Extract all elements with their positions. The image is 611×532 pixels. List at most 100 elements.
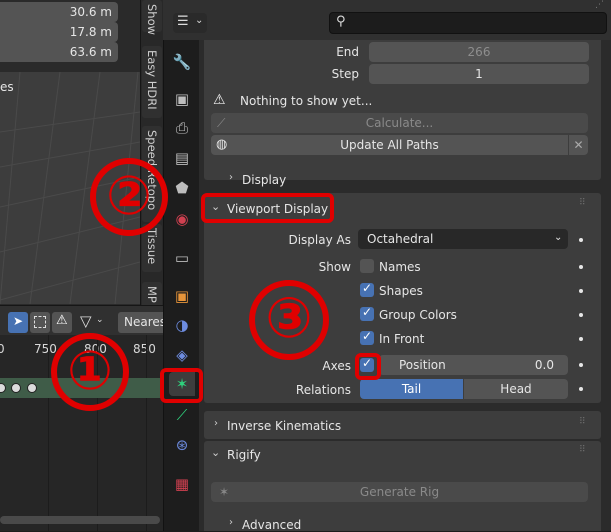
end-field[interactable]: 266 bbox=[369, 42, 589, 62]
keyframe[interactable] bbox=[27, 383, 37, 393]
shapes-checkbox[interactable] bbox=[360, 281, 374, 297]
header-grip: ⋰ bbox=[595, 0, 604, 10]
names-checkbox[interactable] bbox=[360, 259, 374, 273]
inverse-kinematics-panel[interactable]: › Inverse Kinematics ⠿ bbox=[204, 411, 601, 439]
properties-header: ☰ ⌄ ⚲ ⋰ bbox=[163, 0, 611, 40]
keyframe-dot[interactable] bbox=[579, 265, 583, 269]
tab-bone[interactable]: ⟋ bbox=[169, 403, 195, 427]
left-editors: 30.6 m 17.8 m 63.6 m es Show Easy HDRI S… bbox=[0, 0, 163, 531]
image-stack-icon: ▤ bbox=[174, 149, 190, 167]
checker-icon: ▦ bbox=[174, 475, 190, 493]
armature-icon: ✶ bbox=[219, 485, 230, 499]
group-colors-checkbox[interactable] bbox=[360, 305, 374, 321]
clear-paths-button[interactable]: ✕ bbox=[569, 135, 588, 155]
frame-number: 850 bbox=[133, 342, 156, 356]
keyframe-dot[interactable] bbox=[579, 387, 583, 391]
timeline-scrollbar[interactable] bbox=[0, 516, 160, 524]
relations-tail-option[interactable]: Tail bbox=[360, 379, 463, 399]
box-select-button[interactable] bbox=[30, 312, 50, 333]
chevron-down-icon: ⌄ bbox=[554, 232, 563, 243]
viewport-partial-label: es bbox=[0, 80, 14, 94]
sidebar-tab-easy-hdri[interactable]: Easy HDRI bbox=[142, 46, 162, 118]
tab-physics[interactable]: ◈ bbox=[169, 343, 195, 367]
properties-panel[interactable]: End 266 Step 1 ⚠ Nothing to show yet... … bbox=[199, 40, 611, 532]
tab-texture[interactable]: ▦ bbox=[169, 472, 195, 496]
object-icon: ▣ bbox=[174, 287, 190, 305]
calculate-label: Calculate... bbox=[365, 116, 434, 130]
box-select-icon bbox=[34, 316, 46, 328]
group-colors-label: Group Colors bbox=[379, 308, 457, 322]
shapes-label: Shapes bbox=[379, 284, 423, 298]
annotation-number-1: ① bbox=[51, 333, 129, 411]
axes-label: Axes bbox=[322, 359, 351, 373]
tab-object[interactable]: ▣ bbox=[169, 284, 195, 308]
display-as-label: Display As bbox=[288, 233, 351, 247]
annotation-number-3: ③ bbox=[249, 280, 329, 360]
viewport-sidebar-tabs: Show Easy HDRI Speed Retopo Tissue MP bbox=[140, 0, 163, 310]
relations-label: Relations bbox=[295, 383, 351, 397]
advanced-subpanel-header[interactable]: Advanced bbox=[242, 518, 301, 532]
world-icon: ◉ bbox=[175, 210, 189, 228]
rigify-header[interactable]: Rigify bbox=[227, 448, 261, 462]
calculate-paths-button[interactable]: ⟋ Calculate... bbox=[211, 113, 588, 133]
panel-grip[interactable]: ⠿ bbox=[579, 417, 587, 427]
update-all-paths-label: Update All Paths bbox=[340, 138, 439, 152]
update-all-paths-button[interactable]: ◍ Update All Paths bbox=[211, 135, 568, 155]
relations-head-option[interactable]: Head bbox=[464, 379, 568, 399]
close-icon: ✕ bbox=[573, 138, 584, 152]
generate-rig-button[interactable]: ✶ Generate Rig bbox=[211, 482, 588, 502]
display-as-dropdown[interactable]: Octahedral ⌄ bbox=[358, 229, 568, 249]
search-input[interactable]: ⚲ bbox=[329, 12, 607, 34]
filter-dropdown[interactable]: ▽ ⌄ bbox=[78, 312, 110, 333]
panel-grip[interactable]: ⠿ bbox=[579, 445, 587, 455]
chevron-down-icon: ⌄ bbox=[195, 15, 204, 26]
frame-number: 0 bbox=[0, 342, 5, 356]
interpolation-dropdown[interactable]: Neares bbox=[118, 312, 163, 333]
in-front-checkbox[interactable] bbox=[360, 329, 374, 345]
sidebar-tab-show[interactable]: Show bbox=[142, 0, 162, 35]
tab-bone-constraints[interactable]: ⊛ bbox=[169, 433, 195, 457]
panel-grip[interactable]: ⠿ bbox=[579, 198, 587, 208]
in-front-label: In Front bbox=[379, 332, 425, 346]
tab-view-layer[interactable]: ▤ bbox=[169, 146, 195, 170]
keyframe-dot[interactable] bbox=[579, 313, 583, 317]
tab-tool[interactable]: 🔧 bbox=[169, 50, 195, 74]
warning-toggle-button[interactable]: ⚠ bbox=[52, 312, 72, 333]
camera-back-icon: ▣ bbox=[174, 90, 190, 108]
printer-icon: ⎙ bbox=[175, 119, 188, 137]
frame-number: 750 bbox=[34, 342, 57, 356]
properties-tabs: 🔧 ▣ ⎙ ▤ ⬟ ◉ ▭ ▣ ◑ ◈ ✶ ⟋ ⊛ ▦ bbox=[163, 0, 199, 531]
tab-scene[interactable]: ⬟ bbox=[169, 176, 195, 200]
editor-type-dropdown[interactable]: ☰ ⌄ bbox=[173, 13, 207, 33]
step-label: Step bbox=[331, 67, 359, 81]
annotation-number-2: ② bbox=[90, 158, 168, 236]
keyframe-dot[interactable] bbox=[579, 337, 583, 341]
keyframe-dot[interactable] bbox=[579, 238, 583, 242]
scene-icon: ⬟ bbox=[175, 179, 189, 197]
frame-gridline bbox=[146, 335, 147, 531]
bone-icon: ⟋ bbox=[217, 116, 226, 130]
keyframe-dot[interactable] bbox=[579, 289, 583, 293]
step-field[interactable]: 1 bbox=[369, 64, 589, 84]
tab-world[interactable]: ◉ bbox=[169, 207, 195, 231]
select-tool-button[interactable]: ➤ bbox=[8, 312, 28, 333]
tab-collection[interactable]: ▭ bbox=[169, 246, 195, 270]
tab-output[interactable]: ⎙ bbox=[169, 116, 195, 140]
warning-message: Nothing to show yet... bbox=[240, 94, 373, 108]
dimension-x-field[interactable]: 30.6 m bbox=[0, 2, 118, 22]
panel-scrollbar-track[interactable] bbox=[603, 40, 609, 531]
dimension-z-field[interactable]: 63.6 m bbox=[0, 42, 118, 62]
axes-position-field[interactable]: Position 0.0 bbox=[379, 355, 568, 375]
warning-icon: ⚠ bbox=[213, 92, 226, 108]
dimension-y-field[interactable]: 17.8 m bbox=[0, 22, 118, 42]
tab-modifiers[interactable]: ◑ bbox=[169, 313, 195, 337]
keyframe[interactable] bbox=[11, 383, 21, 393]
tab-render[interactable]: ▣ bbox=[169, 87, 195, 111]
filter-icon: ▽ bbox=[80, 312, 92, 330]
keyframe[interactable] bbox=[0, 383, 6, 393]
keyframe-dot[interactable] bbox=[579, 363, 583, 367]
chevron-right-icon: › bbox=[229, 517, 233, 528]
display-subpanel-header[interactable]: Display bbox=[242, 173, 286, 187]
axes-position-label: Position bbox=[399, 358, 446, 372]
warning-icon: ⚠ bbox=[56, 313, 68, 328]
